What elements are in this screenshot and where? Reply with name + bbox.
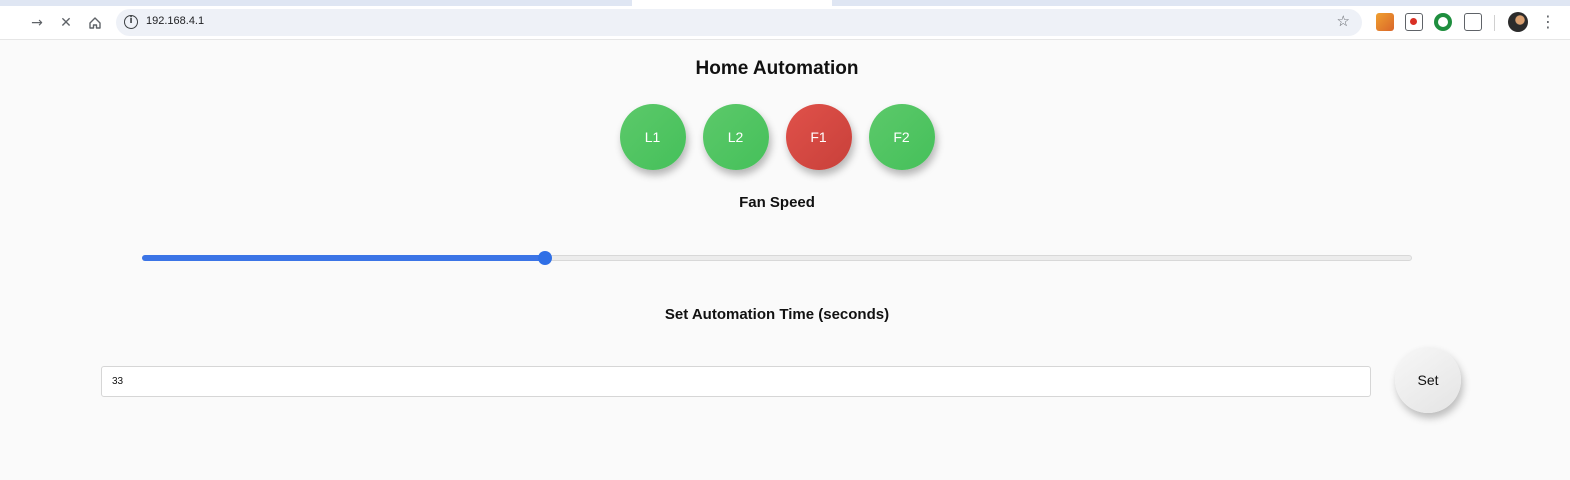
extension-icon[interactable] (1434, 13, 1452, 31)
switch-row: L1 L2 F1 F2 (0, 104, 1554, 170)
bookmark-star-icon[interactable]: ☆ (1337, 12, 1350, 30)
automation-time-label: Set Automation Time (seconds) (664, 306, 890, 323)
switch-button-l2[interactable]: L2 (702, 104, 769, 170)
profile-avatar[interactable] (1508, 12, 1528, 32)
home-icon[interactable] (86, 14, 104, 32)
fan-speed-label: Fan Speed (739, 194, 815, 211)
url-text: 192.168.4.1 (146, 15, 205, 27)
slider-fill (142, 255, 545, 261)
browser-toolbar: → ✕ i 192.168.4.1 ☆ ⋮ (0, 6, 1570, 40)
slider-thumb[interactable] (537, 251, 552, 265)
menu-icon[interactable]: ⋮ (1540, 12, 1556, 32)
switch-button-f1[interactable]: F1 (785, 104, 852, 170)
page-content: Home Automation L1 L2 F1 F2 Fan Speed Se… (0, 41, 1570, 480)
stop-icon[interactable]: ✕ (57, 14, 75, 32)
site-info-icon[interactable]: i (124, 15, 138, 29)
extensions-puzzle-icon[interactable] (1464, 13, 1482, 31)
extension-icon[interactable] (1376, 13, 1394, 31)
switch-button-f2[interactable]: F2 (868, 104, 935, 170)
extension-icon[interactable] (1405, 13, 1423, 31)
page-title: Home Automation (695, 58, 859, 79)
automation-time-input[interactable] (101, 366, 1371, 397)
fan-speed-slider[interactable] (142, 251, 1412, 265)
toolbar-divider (1494, 15, 1495, 31)
switch-button-l1[interactable]: L1 (619, 104, 686, 170)
address-bar[interactable]: i 192.168.4.1 ☆ (116, 9, 1362, 36)
set-button[interactable]: Set (1395, 347, 1461, 413)
forward-icon[interactable]: → (28, 14, 46, 32)
